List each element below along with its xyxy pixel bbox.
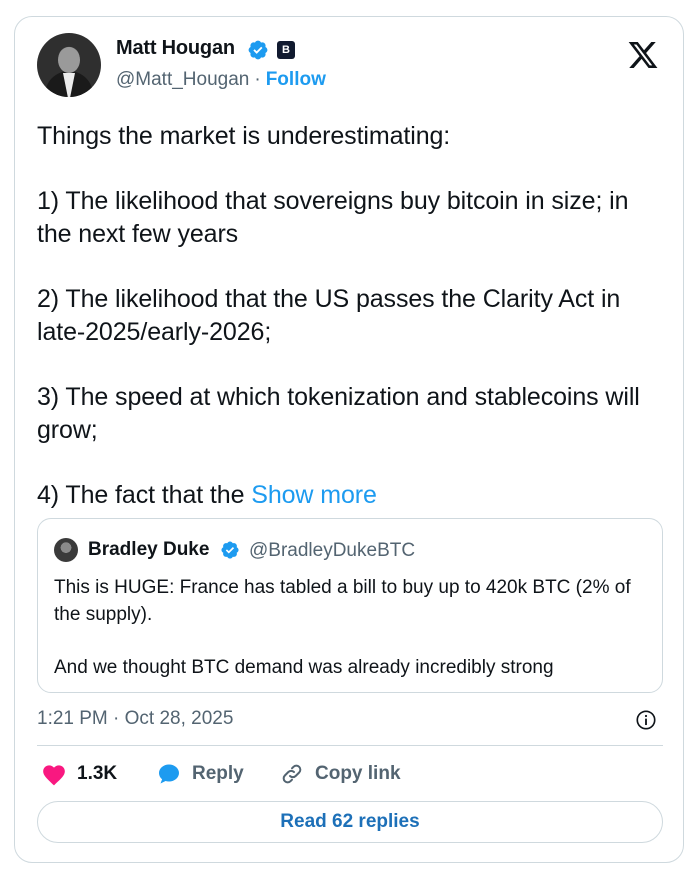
quote-author-name: Bradley Duke (88, 539, 210, 560)
verified-badge-icon (248, 40, 268, 60)
tweet-line: 1) The likelihood that sovereigns buy bi… (37, 187, 629, 248)
divider (37, 745, 663, 746)
quote-body: This is HUGE: France has tabled a bill t… (54, 574, 648, 681)
separator-dot: · (254, 69, 261, 90)
quote-author-avatar (54, 538, 78, 562)
reply-button[interactable]: Reply (156, 762, 244, 786)
author-avatar[interactable] (37, 33, 101, 97)
like-count: 1.3K (77, 763, 118, 784)
quote-line: This is HUGE: France has tabled a bill t… (54, 577, 631, 625)
tweet-card: Matt Hougan B @Matt_Hougan · Follow Things… (14, 16, 684, 863)
tweet-line-text: 4) The fact that the (37, 481, 245, 509)
author-name[interactable]: Matt Hougan (116, 37, 235, 60)
tweet-line-last: 4) The fact that the Show more (37, 479, 667, 512)
tweet-timestamp[interactable]: 1:21 PM · Oct 28, 2025 (37, 708, 233, 730)
tweet-body: Things the market is underestimating: 1)… (37, 120, 667, 512)
like-button[interactable]: 1.3K (41, 762, 117, 786)
show-more-link[interactable]: Show more (251, 481, 377, 509)
tweet-line: 2) The likelihood that the US passes the… (37, 285, 621, 346)
author-handle[interactable]: @Matt_Hougan (116, 69, 249, 90)
link-icon (282, 764, 302, 784)
avatar-face (58, 47, 80, 73)
quoted-tweet[interactable]: Bradley Duke @BradleyDukeBTC This is HUG… (37, 518, 663, 693)
reply-label: Reply (192, 763, 244, 784)
reply-bubble-icon (159, 764, 179, 784)
tweet-line: 3) The speed at which tokenization and s… (37, 383, 640, 444)
copy-link-button[interactable]: Copy link (279, 762, 401, 786)
heart-icon (43, 765, 65, 786)
read-replies-button[interactable]: Read 62 replies (37, 801, 663, 843)
author-handle-row: @Matt_Hougan · Follow (116, 69, 326, 91)
info-icon[interactable] (635, 709, 657, 731)
tweet-line: Things the market is underestimating: (37, 122, 451, 150)
follow-button[interactable]: Follow (266, 69, 326, 90)
quote-line: And we thought BTC demand was already in… (54, 657, 554, 678)
affiliate-badge-icon[interactable]: B (277, 41, 295, 59)
copy-link-label: Copy link (315, 763, 401, 784)
x-logo-icon[interactable] (627, 39, 659, 71)
verified-badge-icon (221, 541, 239, 559)
quote-author-handle: @BradleyDukeBTC (249, 540, 416, 561)
